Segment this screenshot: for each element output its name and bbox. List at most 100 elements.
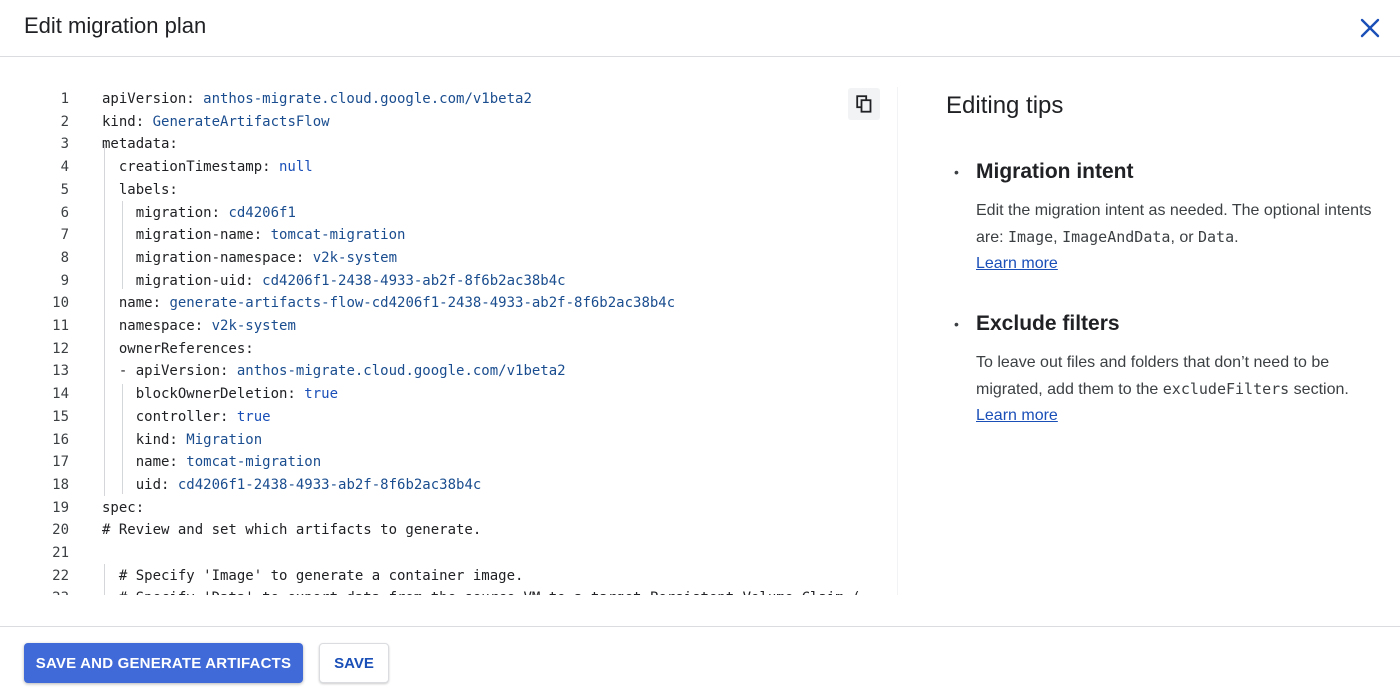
line-code: migration-namespace: v2k-system <box>102 247 397 269</box>
save-button[interactable]: SAVE <box>319 643 389 683</box>
yaml-value: true <box>228 408 271 425</box>
code-line[interactable]: 5 labels: <box>0 179 898 201</box>
line-number: 6 <box>60 204 69 221</box>
code-line[interactable]: 19 spec: <box>0 497 898 519</box>
tip-text: , <box>1053 229 1063 246</box>
line-code: - apiVersion: anthos-migrate.cloud.googl… <box>102 360 566 382</box>
yaml-value: true <box>295 386 339 403</box>
yaml-key: spec: <box>102 499 145 516</box>
close-icon[interactable] <box>1354 12 1386 44</box>
code-line[interactable]: 17 name: tomcat-migration <box>0 451 898 473</box>
line-code: blockOwnerDeletion: true <box>102 383 338 405</box>
copy-button[interactable] <box>848 88 880 120</box>
yaml-value: cd4206f1-2438-4933-ab2f-8f6b2ac38b4c <box>253 272 566 289</box>
yaml-key: controller: <box>135 408 229 425</box>
yaml-value: v2k-system <box>203 318 296 334</box>
code-line[interactable]: 13 - apiVersion: anthos-migrate.cloud.go… <box>0 360 898 382</box>
yaml-value: tomcat-migration <box>262 227 406 244</box>
yaml-key: kind: <box>102 113 145 130</box>
yaml-key: # Specify 'Data' to export data from the… <box>119 590 861 595</box>
line-number: 22 <box>52 567 69 584</box>
code-line[interactable]: 15 controller: true <box>0 406 898 428</box>
yaml-value: GenerateArtifactsFlow <box>144 113 330 130</box>
tip-code: Image <box>1008 228 1054 246</box>
dialog-header: Edit migration plan <box>0 0 1400 57</box>
learn-more-link-filters[interactable]: Learn more <box>976 407 1058 424</box>
code-line[interactable]: 10 name: generate-artifacts-flow-cd4206f… <box>0 292 898 314</box>
code-line[interactable]: 6 migration: cd4206f1 <box>0 202 898 224</box>
yaml-value: anthos-migrate.cloud.google.com/v1beta2 <box>228 363 566 380</box>
line-code: # Specify 'Image' to generate a containe… <box>102 565 524 587</box>
code-line[interactable]: 12 ownerReferences: <box>0 338 898 360</box>
line-number: 14 <box>52 386 69 403</box>
line-code: # Review and set which artifacts to gene… <box>102 519 481 541</box>
code-line[interactable]: 14 blockOwnerDeletion: true <box>0 383 898 405</box>
line-code: kind: Migration <box>102 429 262 451</box>
code-line[interactable]: 9 migration-uid: cd4206f1-2438-4933-ab2f… <box>0 270 898 292</box>
code-line[interactable]: 7 migration-name: tomcat-migration <box>0 224 898 246</box>
tip-heading: Migration intent <box>976 160 1134 183</box>
line-number: 21 <box>52 545 69 561</box>
tip-body: To leave out files and folders that don’… <box>976 350 1386 429</box>
line-code: controller: true <box>102 406 271 428</box>
code-line[interactable]: 20 # Review and set which artifacts to ge… <box>0 519 898 541</box>
tip-text: section. <box>1289 381 1349 398</box>
copy-icon <box>856 95 872 113</box>
indent-guide <box>104 144 105 496</box>
code-line[interactable]: 4 creationTimestamp: null <box>0 156 898 178</box>
code-line[interactable]: 2 kind: GenerateArtifactsFlow <box>0 111 898 133</box>
line-number: 20 <box>52 522 69 539</box>
line-number: 15 <box>52 408 69 425</box>
tip-code: excludeFilters <box>1162 380 1290 398</box>
code-line[interactable]: 8 migration-namespace: v2k-system <box>0 247 898 269</box>
code-line[interactable]: 23 # Specify 'Data' to export data from … <box>0 587 898 595</box>
yaml-editor[interactable]: 1 apiVersion: anthos-migrate.cloud.google… <box>0 57 898 595</box>
indent-guide <box>104 564 105 595</box>
indent-guide <box>122 384 123 494</box>
line-code: labels: <box>102 179 178 201</box>
yaml-value: v2k-system <box>304 249 398 266</box>
editor-divider <box>897 87 898 595</box>
dialog-title: Edit migration plan <box>24 13 207 38</box>
line-code: apiVersion: anthos-migrate.cloud.google.… <box>102 88 532 110</box>
yaml-key: name: <box>135 454 178 471</box>
tip-code: ImageAndData <box>1062 228 1171 246</box>
line-number: 12 <box>52 340 69 357</box>
line-number: 18 <box>52 476 69 493</box>
line-number: 17 <box>52 454 69 471</box>
line-number: 13 <box>52 363 69 380</box>
line-code: uid: cd4206f1-2438-4933-ab2f-8f6b2ac38b4… <box>102 474 482 496</box>
line-code: ownerReferences: <box>102 338 254 360</box>
code-line[interactable]: 1 apiVersion: anthos-migrate.cloud.google… <box>0 88 898 110</box>
line-number: 23 <box>24 587 69 595</box>
code-line[interactable]: 16 kind: Migration <box>0 429 898 451</box>
line-number: 19 <box>52 499 69 516</box>
code-line[interactable]: 3 metadata: <box>0 133 898 155</box>
code-line[interactable]: 18 uid: cd4206f1-2438-4933-ab2f-8f6b2ac3… <box>0 474 898 496</box>
line-number: 5 <box>60 181 69 198</box>
learn-more-link-intent[interactable]: Learn more <box>976 255 1058 272</box>
line-code: # Specify 'Data' to export data from the… <box>102 587 861 595</box>
line-number: 16 <box>52 431 69 448</box>
tip-text: , or <box>1170 229 1198 246</box>
yaml-key: migration-namespace: <box>135 249 305 266</box>
dialog-footer: SAVE AND GENERATE ARTIFACTS SAVE <box>0 626 1400 689</box>
line-code: name: generate-artifacts-flow-cd4206f1-2… <box>102 292 675 314</box>
yaml-value: tomcat-migration <box>177 454 322 471</box>
line-code: metadata: <box>102 133 178 155</box>
code-line[interactable]: 22 # Specify 'Image' to generate a conta… <box>0 565 898 587</box>
code-line[interactable]: 11 namespace: v2k-system <box>0 315 898 337</box>
tip-text: . <box>1234 229 1239 246</box>
save-and-generate-button[interactable]: SAVE AND GENERATE ARTIFACTS <box>24 643 303 683</box>
code-line[interactable]: 21 <box>0 542 898 564</box>
yaml-value: anthos-migrate.cloud.google.com/v1beta2 <box>194 91 532 107</box>
line-number: 1 <box>60 91 69 107</box>
yaml-key: name: <box>118 295 162 312</box>
